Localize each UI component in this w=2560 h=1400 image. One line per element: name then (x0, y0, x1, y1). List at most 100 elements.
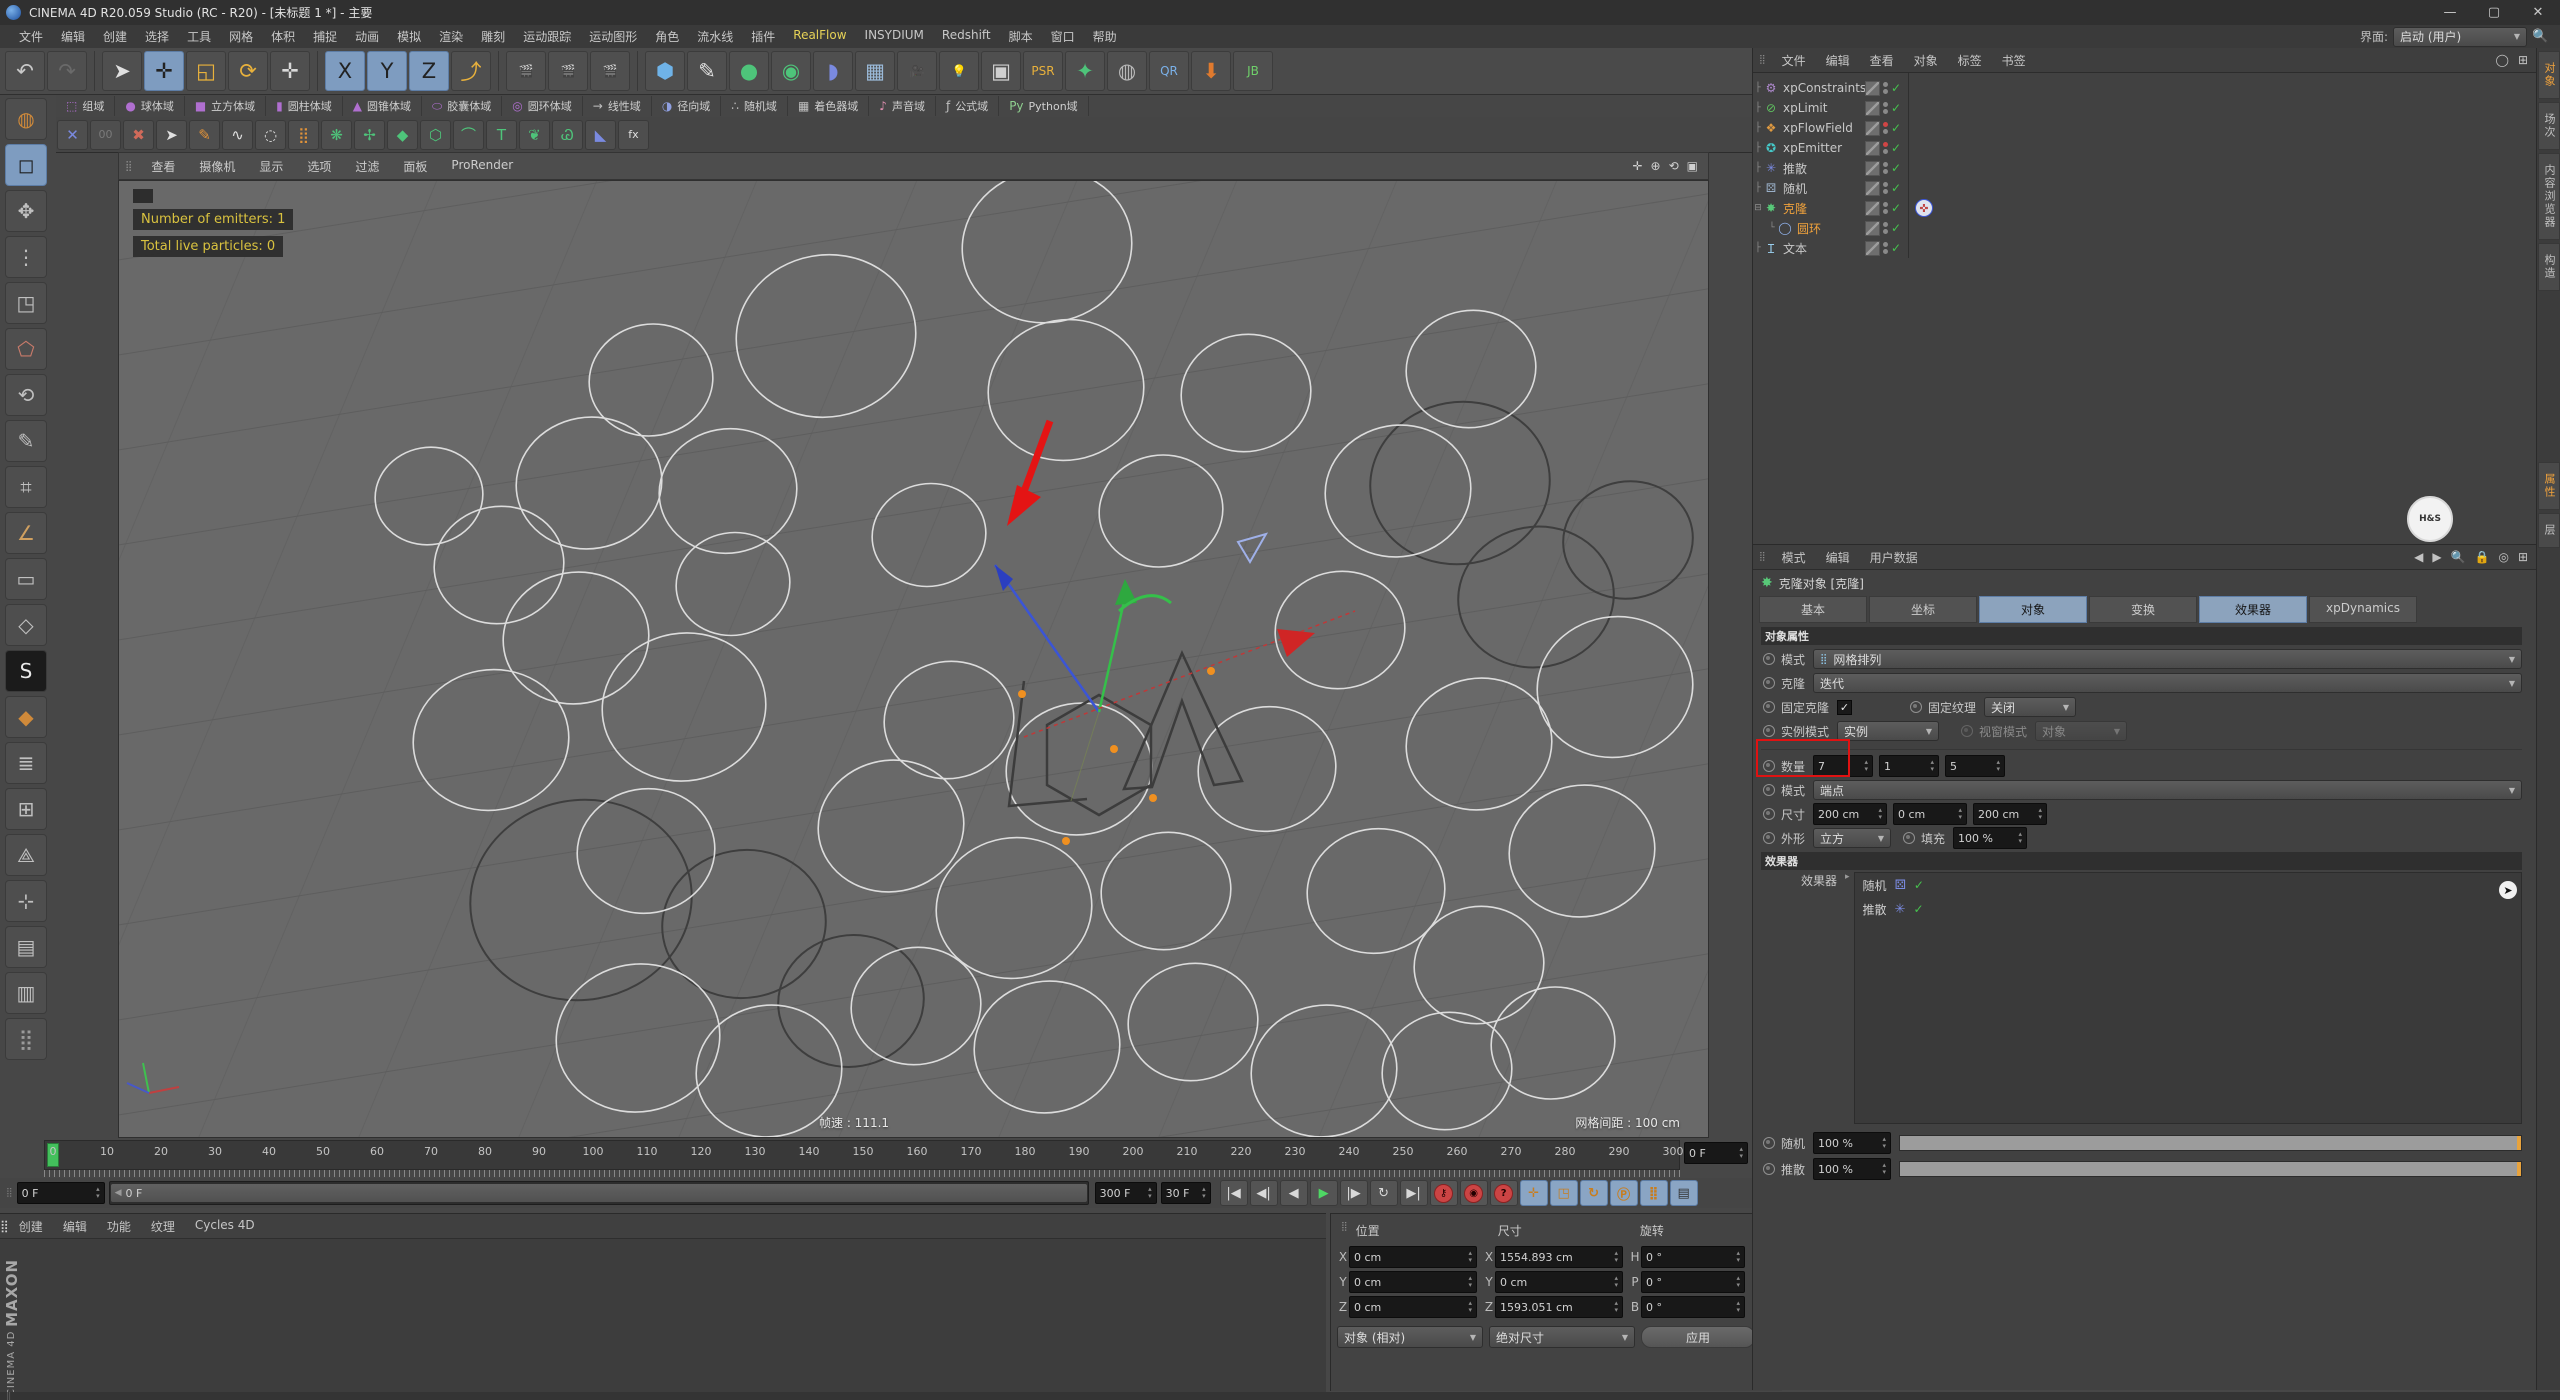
zoom-view-icon[interactable]: ⊕ (1651, 159, 1661, 173)
next-frame-button[interactable]: |▶ (1340, 1180, 1368, 1206)
fix-clone-checkbox[interactable]: ✓ (1837, 700, 1852, 715)
am-menu-item-0[interactable]: 模式 (1772, 549, 1816, 566)
xp-disabled-tool[interactable]: 00 (90, 120, 121, 150)
xp-hammer-tool[interactable]: T (486, 120, 517, 150)
field-button-12[interactable]: ƒ公式域 (936, 96, 999, 116)
workplane-button[interactable]: ✎ (5, 420, 47, 462)
anim-dot-icon[interactable] (1763, 677, 1775, 689)
visibility-dots-icon[interactable] (1883, 122, 1888, 134)
xp-spline-points-tool[interactable]: ∿ (222, 120, 253, 150)
field-button-5[interactable]: ⬭胶囊体域 (422, 96, 502, 116)
anim-dot-icon[interactable] (1763, 1163, 1775, 1175)
effector-row-随机[interactable]: 随机⚄✓ (1855, 873, 2521, 897)
size-x-field[interactable]: 200 cm▴▾ (1813, 803, 1887, 825)
layer-square-icon[interactable] (1865, 241, 1880, 256)
layer-square-icon[interactable] (1865, 141, 1880, 156)
dot-grid-button[interactable]: ⣿ (5, 1018, 47, 1060)
move-tool[interactable]: ✛ (144, 51, 184, 91)
coordinate-system-button[interactable]: ⤴ (451, 51, 491, 91)
autokey-button[interactable]: ◉ (1460, 1180, 1488, 1206)
menu-item-1[interactable]: 编辑 (52, 28, 94, 45)
om-menu-item-5[interactable]: 书签 (1992, 52, 2036, 69)
material-menu-item-0[interactable]: 创建 (9, 1218, 53, 1235)
viewport-menu-item-5[interactable]: 面板 (391, 158, 439, 175)
xp-ornament-tool[interactable]: Ꮚ (552, 120, 583, 150)
lock-icon[interactable]: 🔒 (2475, 550, 2490, 564)
position-z-field[interactable]: 0 cm▴▾ (1349, 1296, 1477, 1318)
viewport-menu-item-0[interactable]: 查看 (139, 158, 187, 175)
material-wheel-tool[interactable]: ◍ (5, 98, 47, 140)
menu-item-2[interactable]: 创建 (94, 28, 136, 45)
clone-dropdown[interactable]: 迭代▼ (1813, 673, 2522, 693)
enable-check-icon[interactable]: ✓ (1891, 121, 1901, 135)
toggle-view-icon[interactable]: ▣ (1687, 159, 1698, 173)
model-mode-button[interactable]: ◻ (5, 144, 47, 186)
redo-button[interactable]: ↷ (47, 51, 87, 91)
lock-x-button[interactable]: X (325, 51, 365, 91)
menu-item-20[interactable]: 脚本 (1000, 28, 1042, 45)
viewport-solo-button[interactable]: ▭ (5, 558, 47, 600)
viewport-canvas[interactable]: Number of emitters: 1 Total live particl… (118, 180, 1709, 1138)
effector-row-推散[interactable]: 推散✳✓ (1855, 897, 2521, 921)
menu-item-10[interactable]: 渲染 (430, 28, 472, 45)
layer-square-icon[interactable] (1865, 121, 1880, 136)
shape-dropdown[interactable]: 立方▼ (1813, 828, 1891, 848)
prev-frame-button[interactable]: ◀ (1280, 1180, 1308, 1206)
om-menu-item-0[interactable]: 文件 (1772, 52, 1816, 69)
anim-dot-icon[interactable] (1910, 701, 1922, 713)
menu-item-19[interactable]: Redshift (933, 28, 1000, 45)
rotation-p-field[interactable]: 0 °▴▾ (1641, 1271, 1745, 1293)
mograph-target-icon[interactable]: ✜ (1915, 199, 1933, 217)
enable-check-icon[interactable]: ✓ (1891, 161, 1901, 175)
undo-button[interactable]: ↶ (5, 51, 45, 91)
menu-item-4[interactable]: 工具 (178, 28, 220, 45)
goto-end-button[interactable]: ▶| (1400, 1180, 1428, 1206)
render-view-button[interactable]: 🎬 (506, 51, 546, 91)
xp-draw-points-tool[interactable]: ✎ (189, 120, 220, 150)
list-a-button[interactable]: ▤ (5, 926, 47, 968)
material-menu-item-1[interactable]: 编辑 (53, 1218, 97, 1235)
back-arrow-icon[interactable]: ◀ (2414, 550, 2423, 564)
enable-check-icon[interactable]: ✓ (1891, 181, 1901, 195)
menu-item-14[interactable]: 角色 (646, 28, 688, 45)
visibility-dots-icon[interactable] (1883, 82, 1888, 94)
layer-square-icon[interactable] (1865, 221, 1880, 236)
size-z-field[interactable]: 1593.051 cm▴▾ (1495, 1296, 1623, 1318)
key-scale-button[interactable]: ◳ (1550, 1180, 1578, 1206)
search-icon[interactable]: 🔍 (2451, 550, 2466, 564)
material-menu-item-4[interactable]: Cycles 4D (185, 1218, 265, 1235)
layer-square-icon[interactable] (1865, 201, 1880, 216)
prev-key-button[interactable]: ◀| (1250, 1180, 1278, 1206)
strength-track[interactable] (1899, 1135, 2522, 1151)
points-mode-button[interactable]: ⋮ (5, 236, 47, 278)
array-mode-dropdown[interactable]: 端点▼ (1813, 780, 2522, 800)
new-panel-icon[interactable]: ⊞ (2518, 550, 2528, 564)
size-y-field[interactable]: 0 cm▴▾ (1893, 803, 1967, 825)
menu-item-22[interactable]: 帮助 (1084, 28, 1126, 45)
s-logo-button[interactable]: S (5, 650, 47, 692)
key-parameter-button[interactable]: Ⓟ (1610, 1180, 1638, 1206)
tab-效果器[interactable]: 效果器 (2199, 596, 2307, 623)
end-frame-field[interactable]: 300 F▴▾ (1095, 1182, 1157, 1204)
interface-dropdown[interactable]: 启动 (用户)▼ (2393, 27, 2527, 47)
menu-item-9[interactable]: 模拟 (388, 28, 430, 45)
timeline-range-scrollbar[interactable]: ◀0 F (109, 1181, 1089, 1205)
object-row-随机[interactable]: ├⚄随机✓ (1753, 178, 2536, 198)
om-menu-item-4[interactable]: 标签 (1948, 52, 1992, 69)
menu-item-17[interactable]: RealFlow (784, 28, 855, 45)
om-menu-item-3[interactable]: 对象 (1904, 52, 1948, 69)
drag-grip-icon[interactable]: ⣿ (1753, 552, 1772, 562)
strength-field[interactable]: 100 %▴▾ (1813, 1158, 1891, 1180)
enable-check-icon[interactable]: ✓ (1891, 221, 1901, 235)
material-menu-item-3[interactable]: 纹理 (141, 1218, 185, 1235)
layers-button[interactable]: ≣ (5, 742, 47, 784)
side-tab-层[interactable]: 层 (2538, 513, 2560, 548)
menu-item-15[interactable]: 流水线 (688, 28, 742, 45)
rotation-b-field[interactable]: 0 °▴▾ (1641, 1296, 1745, 1318)
object-row-xpFlowField[interactable]: ├❖xpFlowField✓ (1753, 118, 2536, 138)
object-row-圆环[interactable]: └◯圆环✓ (1753, 218, 2536, 238)
drag-grip-icon[interactable]: ⣿ (1341, 1222, 1348, 1239)
keyframe-selection-button[interactable]: ▤ (1670, 1180, 1698, 1206)
size-y-field[interactable]: 0 cm▴▾ (1495, 1271, 1623, 1293)
star-button[interactable]: ⊹ (5, 880, 47, 922)
